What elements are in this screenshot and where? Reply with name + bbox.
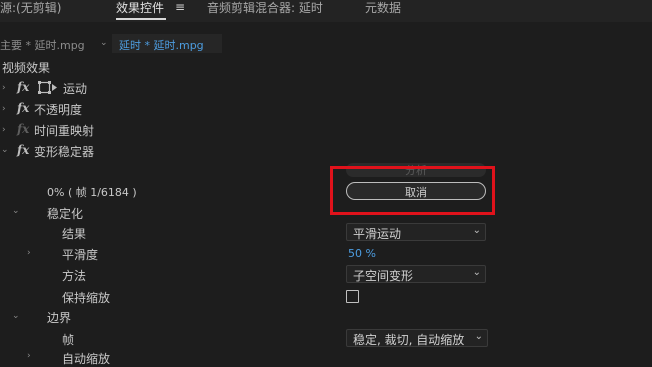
fx-toggle-icon[interactable]: fx: [17, 101, 29, 115]
effect-motion-label: 运动: [63, 82, 88, 96]
chevron-right-icon[interactable]: ›: [2, 104, 6, 114]
stabilization-group-label: 稳定化: [47, 207, 84, 221]
result-value: 平滑运动: [353, 227, 402, 241]
chevron-down-icon: ⌄: [474, 331, 483, 342]
tab-metadata[interactable]: 元数据: [365, 0, 401, 18]
chevron-down-icon[interactable]: ⌄: [12, 206, 20, 216]
method-value: 子空间变形: [353, 269, 414, 283]
panel-tab-bar: [0, 0, 652, 22]
transform-icon[interactable]: [38, 81, 58, 94]
frame-label: 帧: [62, 333, 75, 347]
chevron-down-icon: ⌄: [472, 267, 481, 278]
video-effects-header: 视频效果: [2, 61, 51, 75]
frame-value: 稳定, 裁切, 自动缩放: [353, 333, 465, 347]
chevron-right-icon[interactable]: ›: [27, 351, 31, 361]
method-label: 方法: [62, 269, 87, 283]
chevron-down-icon[interactable]: ⌄: [100, 38, 108, 48]
smoothness-label: 平滑度: [62, 248, 99, 262]
effect-opacity-label: 不透明度: [34, 103, 83, 117]
fx-toggle-icon[interactable]: fx: [17, 80, 29, 94]
tab-audio-clip-mixer[interactable]: 音频剪辑混合器: 延时: [207, 0, 323, 18]
active-clip-tab[interactable]: 延时 * 延时.mpg: [119, 37, 204, 53]
preserve-scale-label: 保持缩放: [62, 291, 111, 305]
chevron-down-icon[interactable]: ⌄: [12, 311, 20, 321]
highlight-annotation-box: [330, 166, 495, 215]
chevron-down-icon: ⌄: [472, 225, 481, 236]
frame-dropdown[interactable]: 稳定, 裁切, 自动缩放 ⌄: [346, 329, 488, 347]
auto-scale-label: 自动缩放: [62, 352, 111, 366]
border-group-label: 边界: [47, 311, 72, 325]
tab-effect-controls[interactable]: 效果控件: [116, 0, 167, 20]
chevron-right-icon[interactable]: ›: [2, 83, 6, 93]
effect-time-remap-label: 时间重映射: [34, 124, 95, 138]
tab-source[interactable]: 源:(无剪辑): [0, 0, 61, 18]
clip-tab-bar: [0, 34, 652, 54]
method-dropdown[interactable]: 子空间变形 ⌄: [346, 265, 486, 283]
fx-toggle-icon[interactable]: fx: [17, 143, 29, 157]
chevron-down-icon[interactable]: ⌄: [1, 145, 9, 155]
result-label: 结果: [62, 227, 87, 241]
effect-warp-stabilizer-label: 变形稳定器: [34, 145, 95, 159]
analysis-progress-text: 0% ( 帧 1/6184 ): [47, 186, 137, 199]
chevron-right-icon[interactable]: ›: [27, 248, 31, 258]
preserve-scale-checkbox[interactable]: [346, 290, 359, 303]
result-dropdown[interactable]: 平滑运动 ⌄: [346, 223, 486, 241]
chevron-right-icon[interactable]: ›: [2, 125, 6, 135]
smoothness-value[interactable]: 50 %: [348, 247, 376, 260]
fx-toggle-icon[interactable]: fx: [17, 122, 29, 136]
master-clip-tab[interactable]: 主要 * 延时.mpg: [0, 37, 85, 53]
panel-menu-icon[interactable]: ≡: [175, 0, 185, 14]
